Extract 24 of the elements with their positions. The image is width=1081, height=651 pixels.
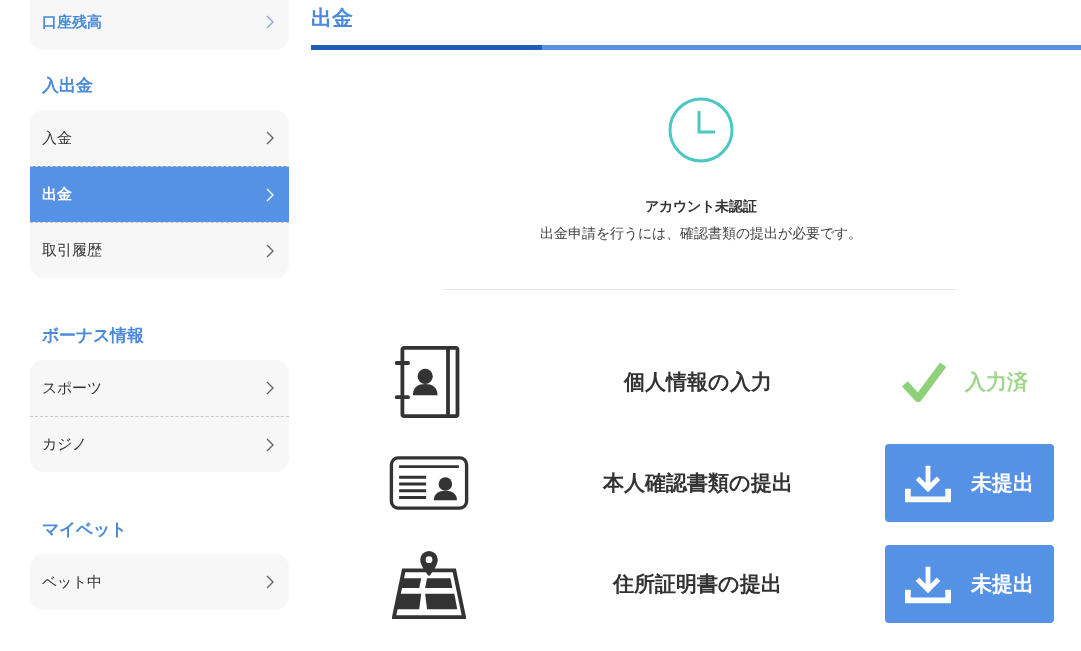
chevron-icon xyxy=(266,381,274,395)
status-text: 入力済 xyxy=(964,368,1028,396)
notice-title: アカウント未認証 xyxy=(645,197,757,216)
id-card-icon xyxy=(389,455,469,510)
chevron-icon xyxy=(266,15,274,29)
chevron-icon xyxy=(266,575,274,589)
step-label: 個人情報の入力 xyxy=(622,368,773,396)
step-label: 住所証明書の提出 xyxy=(611,570,783,598)
clock-icon xyxy=(668,97,734,163)
section-heading: 入出金 xyxy=(41,74,94,97)
section-heading: マイベット xyxy=(41,518,128,541)
notice-message: 出金申請を行うには、確認書類の提出が必要です。 xyxy=(540,224,862,243)
chevron-icon xyxy=(266,187,274,202)
menu-item[interactable]: スポーツ xyxy=(30,360,289,416)
menu-item[interactable]: ベット中 xyxy=(30,554,289,610)
menu-item[interactable]: 入金 xyxy=(30,110,289,166)
step-label: 本人確認書類の提出 xyxy=(601,469,794,497)
section-heading: ボーナス情報 xyxy=(41,324,145,347)
chevron-icon xyxy=(266,131,274,145)
page-title: 出金 xyxy=(311,5,354,32)
chevron-icon xyxy=(266,437,274,452)
chevron-icon xyxy=(266,243,274,258)
menu-item[interactable]: カジノ xyxy=(30,416,289,472)
menu-item[interactable]: 取引履歴 xyxy=(30,222,289,278)
